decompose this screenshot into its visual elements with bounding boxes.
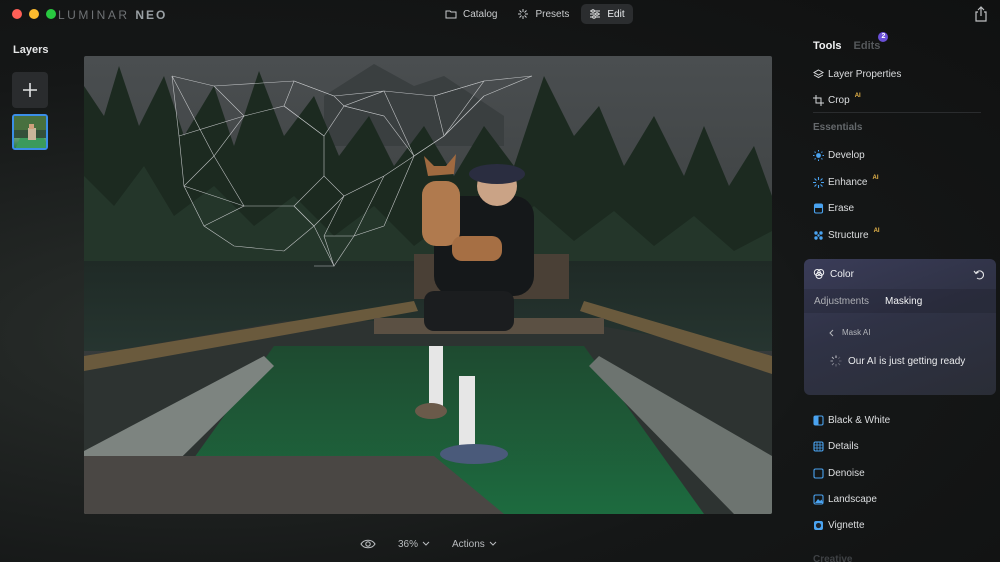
spinner-icon bbox=[830, 355, 842, 367]
folder-icon bbox=[445, 10, 457, 19]
sun-icon bbox=[813, 149, 824, 161]
ai-loading-status: Our AI is just getting ready bbox=[830, 355, 965, 367]
ai-badge: AI bbox=[854, 93, 861, 99]
tool-black-white[interactable]: Black & White bbox=[813, 413, 890, 427]
tool-crop[interactable]: Crop AI bbox=[813, 93, 861, 107]
details-icon bbox=[813, 440, 824, 452]
main-nav: Catalog Presets Edit bbox=[437, 4, 633, 24]
tool-enhance-label: Enhance bbox=[828, 176, 868, 188]
photo-canvas[interactable] bbox=[84, 56, 772, 514]
nav-catalog-label: Catalog bbox=[463, 8, 498, 20]
subtab-adjustments[interactable]: Adjustments bbox=[814, 296, 869, 307]
reset-icon[interactable] bbox=[973, 268, 985, 280]
bottom-bar: 36% Actions bbox=[360, 538, 497, 550]
color-tool-panel: Color Adjustments Masking Mask AI Our AI… bbox=[804, 259, 996, 395]
tool-enhance[interactable]: Enhance AI bbox=[813, 175, 878, 189]
eye-icon[interactable] bbox=[360, 538, 376, 550]
bw-icon bbox=[813, 414, 824, 426]
tool-develop-label: Develop bbox=[828, 149, 865, 161]
vignette-icon bbox=[813, 520, 824, 531]
close-window-button[interactable] bbox=[12, 9, 22, 19]
color-subtabs: Adjustments Masking bbox=[804, 289, 996, 313]
crop-icon bbox=[813, 94, 824, 106]
tab-edits[interactable]: Edits 2 bbox=[853, 32, 889, 52]
brand-main: LUMINAR bbox=[58, 8, 130, 22]
tool-denoise[interactable]: Denoise bbox=[813, 466, 865, 480]
zoom-dropdown[interactable]: 36% bbox=[398, 539, 430, 550]
layers-title: Layers bbox=[13, 44, 49, 56]
nav-presets[interactable]: Presets bbox=[509, 4, 577, 24]
brand-sub: NEO bbox=[135, 8, 168, 22]
add-layer-button[interactable] bbox=[12, 72, 48, 108]
tool-structure-label: Structure bbox=[828, 229, 869, 241]
tool-vignette[interactable]: Vignette bbox=[813, 518, 865, 532]
tab-edits-label: Edits bbox=[853, 40, 881, 52]
tool-layer-properties-label: Layer Properties bbox=[828, 68, 902, 80]
tool-details[interactable]: Details bbox=[813, 439, 859, 453]
tool-black-white-label: Black & White bbox=[828, 414, 891, 426]
denoise-icon bbox=[813, 467, 824, 479]
color-icon bbox=[813, 269, 825, 279]
sliders-icon bbox=[590, 9, 601, 19]
edits-count-badge: 2 bbox=[878, 32, 889, 42]
plus-icon bbox=[23, 83, 37, 97]
nav-edit-label: Edit bbox=[607, 8, 625, 20]
tool-develop[interactable]: Develop bbox=[813, 148, 865, 162]
actions-label: Actions bbox=[452, 538, 485, 550]
app-window: LUMINAR NEO Catalog Presets Edit Layers bbox=[0, 0, 1000, 562]
landscape-icon bbox=[813, 493, 824, 505]
mask-ai-label: Mask AI bbox=[842, 328, 871, 337]
app-logo: LUMINAR NEO bbox=[58, 8, 167, 22]
mask-ai-back[interactable]: Mask AI bbox=[828, 328, 870, 337]
title-bar: LUMINAR NEO Catalog Presets Edit bbox=[0, 0, 1000, 28]
thumbnail-image bbox=[14, 116, 46, 148]
chevron-left-icon bbox=[829, 329, 834, 336]
color-tool-title: Color bbox=[830, 268, 854, 280]
divider bbox=[813, 112, 981, 113]
panel-tabs: Tools Edits 2 bbox=[813, 32, 889, 52]
nav-edit[interactable]: Edit bbox=[581, 4, 633, 24]
chevron-down-icon bbox=[422, 541, 430, 546]
maximize-window-button[interactable] bbox=[46, 9, 56, 19]
share-icon[interactable] bbox=[974, 6, 988, 22]
window-controls bbox=[12, 9, 56, 19]
tool-vignette-label: Vignette bbox=[828, 519, 865, 531]
section-essentials: Essentials bbox=[813, 122, 863, 133]
ai-status-text: Our AI is just getting ready bbox=[848, 355, 966, 367]
tool-crop-label: Crop bbox=[828, 94, 850, 106]
tool-structure[interactable]: Structure AI bbox=[813, 228, 880, 242]
nav-presets-label: Presets bbox=[535, 8, 570, 20]
ai-badge: AI bbox=[872, 175, 879, 181]
tool-erase[interactable]: Erase bbox=[813, 201, 854, 215]
enhance-icon bbox=[813, 176, 824, 188]
layers-icon bbox=[813, 68, 824, 80]
tool-landscape[interactable]: Landscape bbox=[813, 492, 877, 506]
tool-landscape-label: Landscape bbox=[828, 493, 877, 505]
tab-tools[interactable]: Tools bbox=[813, 40, 842, 52]
section-creative: Creative bbox=[813, 554, 853, 562]
sparkle-icon bbox=[518, 9, 529, 19]
nav-catalog[interactable]: Catalog bbox=[437, 4, 505, 24]
tool-details-label: Details bbox=[828, 440, 859, 452]
chevron-down-icon bbox=[489, 541, 497, 546]
tool-erase-label: Erase bbox=[828, 202, 855, 214]
photo-image bbox=[84, 56, 772, 514]
tool-denoise-label: Denoise bbox=[828, 467, 865, 479]
eraser-icon bbox=[813, 202, 824, 214]
tool-layer-properties[interactable]: Layer Properties bbox=[813, 67, 901, 81]
ai-badge: AI bbox=[873, 228, 880, 234]
minimize-window-button[interactable] bbox=[29, 9, 39, 19]
zoom-level: 36% bbox=[398, 538, 419, 550]
layer-thumbnail[interactable] bbox=[12, 114, 48, 150]
structure-icon bbox=[813, 230, 824, 241]
color-tool-header[interactable]: Color bbox=[813, 268, 854, 280]
subtab-masking[interactable]: Masking bbox=[885, 296, 922, 307]
actions-dropdown[interactable]: Actions bbox=[452, 539, 497, 550]
